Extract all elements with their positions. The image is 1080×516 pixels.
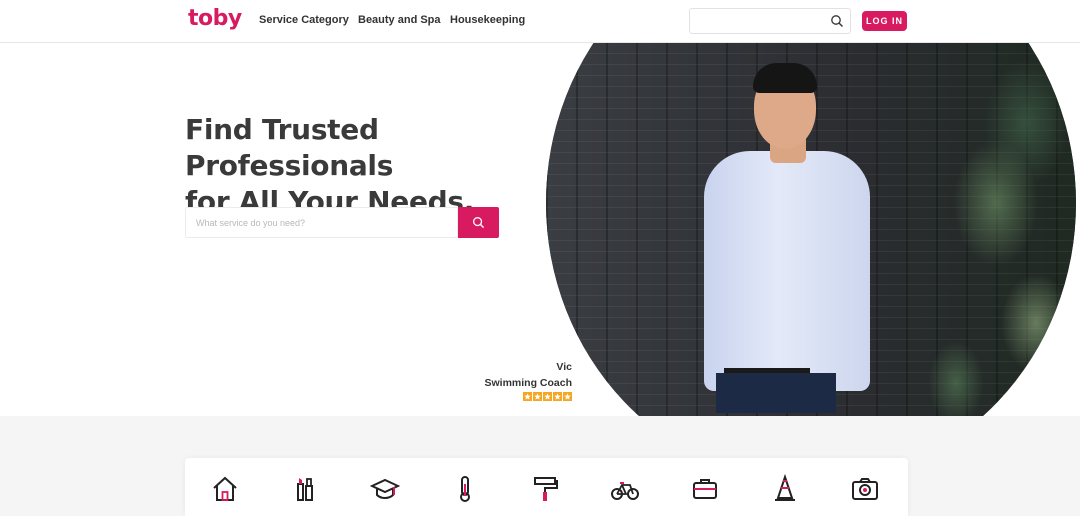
person-shirt bbox=[704, 151, 870, 391]
foliage bbox=[916, 43, 1076, 416]
nav-service-category[interactable]: Service Category bbox=[259, 14, 349, 26]
paint-roller-icon[interactable] bbox=[530, 474, 560, 504]
traffic-cone-icon[interactable] bbox=[770, 473, 800, 504]
hero-search-box bbox=[185, 207, 458, 238]
star-icon bbox=[543, 392, 552, 401]
header-search-input[interactable] bbox=[696, 9, 826, 33]
star-icon bbox=[523, 392, 532, 401]
login-button[interactable]: LOG IN bbox=[862, 11, 907, 31]
star-icon bbox=[563, 392, 572, 401]
category-section bbox=[0, 416, 1080, 516]
nav-beauty-and-spa[interactable]: Beauty and Spa bbox=[358, 14, 441, 26]
cosmetics-icon[interactable] bbox=[290, 474, 320, 504]
star-icon bbox=[553, 392, 562, 401]
camera-icon[interactable] bbox=[850, 474, 880, 504]
hero-photo bbox=[546, 43, 1076, 416]
person-pants bbox=[716, 373, 836, 413]
pro-name: Vic bbox=[556, 361, 572, 373]
star-icon bbox=[533, 392, 542, 401]
hero-title: Find Trusted Professionals for All Your … bbox=[185, 112, 555, 220]
thermometer-icon[interactable] bbox=[450, 474, 480, 504]
search-icon bbox=[472, 216, 485, 229]
nav-housekeeping[interactable]: Housekeeping bbox=[450, 14, 525, 26]
person-hair bbox=[753, 63, 817, 93]
hero-search-input[interactable] bbox=[196, 208, 456, 237]
category-bar bbox=[185, 458, 908, 516]
search-icon[interactable] bbox=[830, 14, 844, 28]
hero-title-line1: Find Trusted Professionals bbox=[185, 113, 394, 182]
pro-role: Swimming Coach bbox=[484, 377, 572, 389]
header-search-box bbox=[689, 8, 851, 34]
rating-stars bbox=[523, 392, 573, 401]
bicycle-icon[interactable] bbox=[610, 474, 640, 504]
logo[interactable]: toby bbox=[188, 6, 242, 31]
graduation-cap-icon[interactable] bbox=[369, 474, 401, 504]
top-header: toby Service Category Beauty and Spa Hou… bbox=[0, 0, 1080, 43]
hero-search-button[interactable] bbox=[458, 207, 499, 238]
home-icon[interactable] bbox=[210, 474, 240, 504]
hero-section: Find Trusted Professionals for All Your … bbox=[0, 43, 1080, 416]
briefcase-icon[interactable] bbox=[690, 474, 720, 504]
